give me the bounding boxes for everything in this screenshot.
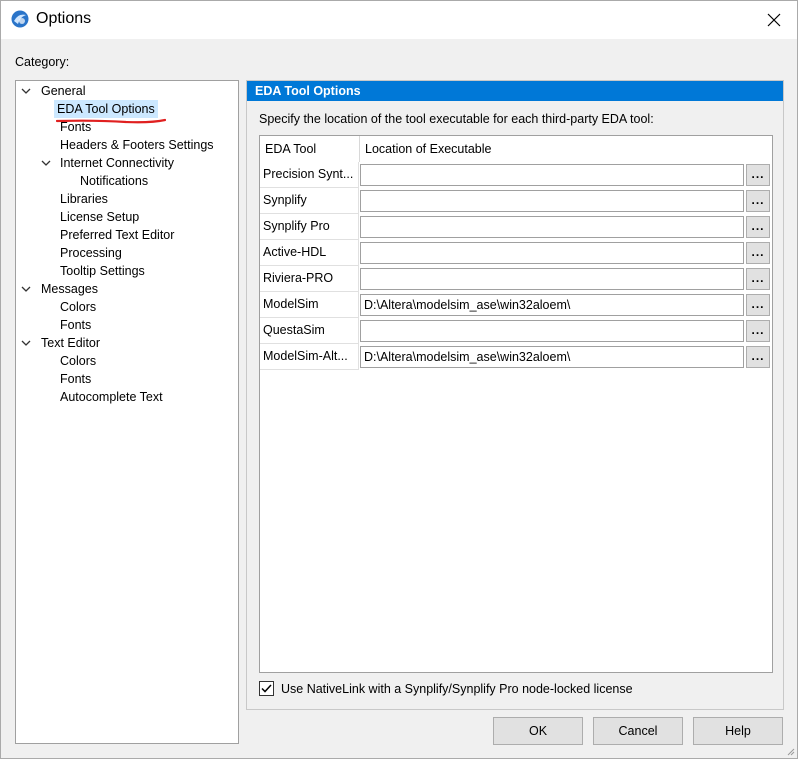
path-field[interactable]: D:\Altera\modelsim_ase\win32aloem\ [360,294,744,316]
tool-name-cell: QuestaSim [260,318,359,344]
table-row: Active-HDL ... [260,240,772,266]
tree-item-messages-colors[interactable]: Colors [57,298,99,316]
tree-item-label: Processing [60,246,122,260]
tree-item-autocomplete-text[interactable]: Autocomplete Text [57,388,166,406]
help-button[interactable]: Help [693,717,783,745]
tree-item-general[interactable]: General [20,82,88,100]
path-field[interactable] [360,320,744,342]
tree-item-label: Messages [41,282,98,296]
close-icon [767,13,781,27]
path-field[interactable] [360,268,744,290]
tool-name-cell: Precision Synt... [260,162,359,188]
tree-item-label: Text Editor [41,336,101,350]
tool-name-cell: Active-HDL [260,240,359,266]
tool-name-cell: ModelSim [260,292,359,318]
browse-button[interactable]: ... [746,268,770,290]
cancel-button[interactable]: Cancel [593,717,683,745]
tool-name-cell: Synplify Pro [260,214,359,240]
tree-item-label: Preferred Text Editor [60,228,175,242]
table-row: Riviera-PRO ... [260,266,772,292]
browse-button[interactable]: ... [746,190,770,212]
category-tree[interactable]: General EDA Tool Options Fonts Headers &… [15,80,239,744]
tree-item-label: Tooltip Settings [60,264,145,278]
table-row: Precision Synt... ... [260,162,772,188]
tree-item-label: Colors [60,354,97,368]
chevron-down-icon[interactable] [20,337,32,349]
tree-item-text-editor-colors[interactable]: Colors [57,352,99,370]
panel-header: EDA Tool Options [247,81,783,101]
browse-button[interactable]: ... [746,242,770,264]
browse-button[interactable]: ... [746,294,770,316]
tree-item-label: Notifications [80,174,149,188]
path-field[interactable] [360,242,744,264]
tree-item-internet-connectivity[interactable]: Internet Connectivity [40,154,177,172]
close-button[interactable] [751,1,797,39]
column-header-eda-tool[interactable]: EDA Tool [260,136,359,162]
tree-item-label: Libraries [60,192,108,206]
tool-name-cell: Riviera-PRO [260,266,359,292]
path-field[interactable] [360,216,744,238]
table-row: ModelSim D:\Altera\modelsim_ase\win32alo… [260,292,772,318]
eda-tool-table: EDA Tool Location of Executable Precisio… [259,135,773,673]
nativelink-checkbox-label[interactable]: Use NativeLink with a Synplify/Synplify … [281,682,633,696]
browse-button[interactable]: ... [746,216,770,238]
tree-item-messages-fonts[interactable]: Fonts [57,316,94,334]
quartus-app-icon [11,10,29,28]
tree-item-headers-footers[interactable]: Headers & Footers Settings [57,136,217,154]
checkmark-icon [261,684,272,693]
tree-item-eda-tool-options[interactable]: EDA Tool Options [54,100,158,118]
chevron-down-icon[interactable] [20,85,32,97]
browse-button[interactable]: ... [746,346,770,368]
ok-button[interactable]: OK [493,717,583,745]
tree-item-license-setup[interactable]: License Setup [57,208,142,226]
chevron-down-icon[interactable] [40,157,52,169]
tree-item-text-editor-fonts[interactable]: Fonts [57,370,94,388]
browse-button[interactable]: ... [746,320,770,342]
tool-name-cell: Synplify [260,188,359,214]
column-header-location[interactable]: Location of Executable [360,136,770,162]
tree-item-label: EDA Tool Options [54,100,158,118]
browse-button[interactable]: ... [746,164,770,186]
table-row: Synplify ... [260,188,772,214]
window-title: Options [36,10,92,27]
tree-item-tooltip-settings[interactable]: Tooltip Settings [57,262,148,280]
path-field[interactable] [360,164,744,186]
table-row: QuestaSim ... [260,318,772,344]
tree-item-libraries[interactable]: Libraries [57,190,111,208]
category-label: Category: [15,55,70,69]
tree-item-label: License Setup [60,210,140,224]
path-field[interactable]: D:\Altera\modelsim_ase\win32aloem\ [360,346,744,368]
tree-item-label: Internet Connectivity [60,156,174,170]
path-field[interactable] [360,190,744,212]
title-bar: Options [1,1,797,39]
chevron-down-icon[interactable] [20,283,32,295]
tree-item-label: Autocomplete Text [60,390,163,404]
red-annotation-underline [56,118,166,124]
eda-tool-options-panel: EDA Tool Options Specify the location of… [246,80,784,710]
tree-item-label: Colors [60,300,97,314]
table-row: ModelSim-Alt... D:\Altera\modelsim_ase\w… [260,344,772,370]
tree-item-label: Fonts [60,318,92,332]
tool-name-cell: ModelSim-Alt... [260,344,359,370]
table-row: Synplify Pro ... [260,214,772,240]
tree-item-text-editor[interactable]: Text Editor [20,334,103,352]
tree-item-label: Headers & Footers Settings [60,138,214,152]
nativelink-checkbox[interactable] [259,681,274,696]
tree-item-processing[interactable]: Processing [57,244,125,262]
panel-description: Specify the location of the tool executa… [259,112,654,126]
tree-item-messages[interactable]: Messages [20,280,101,298]
tree-item-preferred-text-editor[interactable]: Preferred Text Editor [57,226,177,244]
tree-item-notifications[interactable]: Notifications [77,172,151,190]
options-dialog: Options Category: General EDA Tool Optio… [0,0,798,759]
tree-item-label: General [41,84,86,98]
resize-grip-icon[interactable] [785,746,795,756]
tree-item-label: Fonts [60,372,92,386]
